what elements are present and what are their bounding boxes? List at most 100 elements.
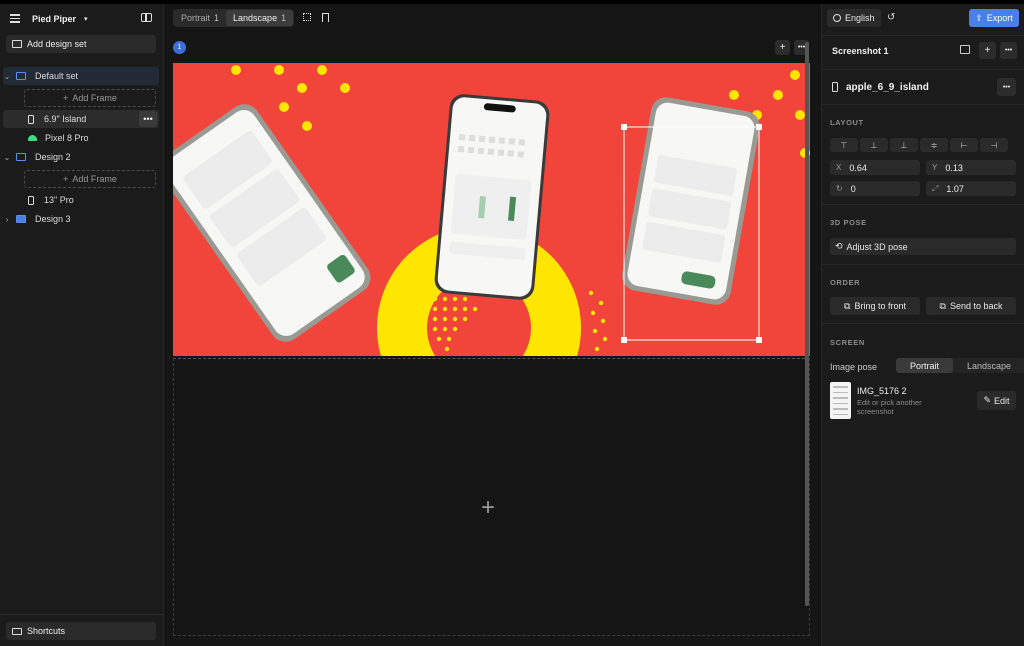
screen-section-title: SCREEN — [830, 338, 865, 347]
tree-item-label: 13" Pro — [44, 195, 74, 205]
device-more-button[interactable]: ••• — [997, 78, 1016, 96]
orientation-tabs: Portrait 1 Landscape 1 — [173, 9, 295, 27]
scale-value: 1.07 — [946, 183, 964, 194]
tree-item-label: Pixel 8 Pro — [45, 133, 89, 143]
pose-option-portrait[interactable]: Portrait — [896, 358, 954, 373]
shortcuts-label: Shortcuts — [27, 626, 66, 636]
layout-section-title: LAYOUT — [830, 118, 864, 127]
rotate-icon: ↻ — [836, 184, 843, 193]
x-position-field[interactable]: X 0.64 — [830, 160, 920, 175]
language-label: English — [845, 13, 875, 23]
image-hint: Edit or pick another screenshot — [857, 398, 922, 416]
image-name: IMG_5176 2 — [857, 386, 907, 396]
phone-icon — [28, 114, 34, 124]
rotation-field[interactable]: ↻ 0 — [830, 181, 920, 196]
y-label: Y — [932, 163, 938, 172]
screenshot-title: Screenshot 1 — [832, 46, 889, 56]
screenshot-more-button[interactable]: ••• — [1000, 42, 1017, 59]
device-name: apple_6_9_island — [846, 82, 929, 93]
phone-icon — [832, 82, 838, 92]
qr-code-icon[interactable] — [303, 13, 311, 21]
more-options-button[interactable]: ••• — [139, 111, 157, 127]
add-frame-button[interactable]: + Add Frame — [24, 170, 156, 188]
tab-label: Landscape — [233, 13, 278, 23]
android-icon — [28, 135, 37, 141]
order-section-title: ORDER — [830, 278, 861, 287]
tab-landscape[interactable]: Landscape 1 — [226, 10, 294, 26]
add-frame-button[interactable]: + Add Frame — [24, 89, 156, 107]
phone-left — [173, 104, 371, 342]
tree-item-pixel-8-pro[interactable]: Pixel 8 Pro — [3, 129, 159, 147]
align-top-icon[interactable]: ⊤ — [830, 138, 858, 152]
pose-option-landscape[interactable]: Landscape — [953, 358, 1024, 373]
menu-icon[interactable] — [10, 14, 20, 23]
panel-divider — [821, 264, 1024, 265]
add-design-set-label: Add design set — [27, 39, 87, 49]
plus-icon: + — [63, 93, 69, 103]
panel-divider — [821, 204, 1024, 205]
add-frame-label: Add Frame — [72, 93, 117, 103]
image-pose-label: Image pose — [830, 362, 878, 372]
tree-item-label: Design 3 — [35, 214, 71, 224]
tree-item-13-pro[interactable]: 13" Pro — [3, 191, 159, 209]
tab-count: 1 — [281, 13, 287, 23]
canvas-scrollbar[interactable] — [805, 42, 809, 606]
chevron-right-icon[interactable]: › — [3, 215, 11, 224]
scale-field[interactable]: ⤢ 1.07 — [926, 181, 1016, 196]
artboard-landscape[interactable] — [173, 63, 810, 356]
bring-to-front-button[interactable]: ⧉ Bring to front — [830, 297, 920, 315]
panel-divider — [821, 323, 1024, 324]
folder-plus-icon — [12, 40, 22, 48]
send-back-icon: ⧉ — [939, 300, 946, 311]
undo-icon[interactable]: ↺ — [887, 12, 895, 23]
phone-center — [434, 94, 550, 300]
tree-item-default-set[interactable]: ⌄ Default set — [3, 67, 159, 85]
align-right-icon[interactable]: ⊣ — [980, 138, 1008, 152]
export-button[interactable]: ⇪ Export — [969, 9, 1019, 27]
tab-label: Portrait — [181, 13, 211, 23]
sidebar-toggle-icon[interactable] — [141, 13, 152, 22]
rotation-value: 0 — [850, 183, 856, 194]
panel-divider — [821, 69, 1024, 70]
pencil-icon: ✎ — [983, 395, 992, 405]
chevron-down-icon[interactable]: ⌄ — [3, 153, 11, 162]
tree-item-design-2[interactable]: ⌄ Design 2 — [3, 148, 159, 166]
panel-divider — [821, 104, 1024, 105]
tree-item-6-9-island[interactable]: 6.9" Island ••• — [3, 110, 159, 128]
tree-item-design-3[interactable]: › Design 3 — [3, 210, 159, 228]
screenshot-thumbnail[interactable] — [830, 382, 851, 419]
adjust-pose-label: Adjust 3D pose — [846, 241, 908, 252]
sidebar-divider — [0, 614, 164, 615]
shortcuts-button[interactable]: Shortcuts — [6, 622, 156, 640]
chevron-down-icon[interactable]: ⌄ — [3, 72, 11, 81]
add-layer-button[interactable]: + — [979, 42, 996, 59]
add-screenshot-button[interactable]: + — [775, 40, 790, 55]
add-screenshot-plus-icon[interactable]: + — [481, 496, 495, 520]
align-middle-icon[interactable]: ⊥ — [860, 138, 888, 152]
y-position-field[interactable]: Y 0.13 — [926, 160, 1016, 175]
rotate-3d-icon: ⟲ — [835, 241, 843, 251]
edit-screenshot-button[interactable]: ✎ Edit — [977, 391, 1016, 410]
image-pose-toggle: Portrait Landscape — [896, 358, 1024, 373]
align-center-icon[interactable]: ≑ — [920, 138, 948, 152]
flag-icon[interactable] — [322, 13, 329, 22]
folder-icon — [16, 153, 26, 161]
x-value: 0.64 — [849, 162, 867, 173]
project-name: Pied Piper — [32, 14, 77, 24]
edit-label: Edit — [994, 395, 1010, 406]
align-left-icon[interactable]: ⊢ — [950, 138, 978, 152]
tab-portrait[interactable]: Portrait 1 — [174, 10, 226, 26]
project-switcher[interactable]: Pied Piper ▾ — [32, 14, 88, 24]
image-icon[interactable] — [960, 45, 970, 54]
send-to-back-button[interactable]: ⧉ Send to back — [926, 297, 1016, 315]
align-bottom-icon[interactable]: ⊥ — [890, 138, 918, 152]
tab-count: 1 — [214, 13, 220, 23]
alignment-toolbar: ⊤ ⊥ ⊥ ≑ ⊢ ⊣ — [830, 138, 1008, 152]
language-selector[interactable]: English — [827, 9, 881, 27]
add-design-set-button[interactable]: Add design set — [6, 35, 156, 53]
frame-number-badge: 1 — [173, 41, 186, 54]
pose-section-title: 3D POSE — [830, 218, 867, 227]
adjust-3d-pose-button[interactable]: ⟲ Adjust 3D pose — [830, 238, 1016, 255]
folder-icon — [16, 72, 26, 80]
bring-front-label: Bring to front — [854, 301, 906, 311]
